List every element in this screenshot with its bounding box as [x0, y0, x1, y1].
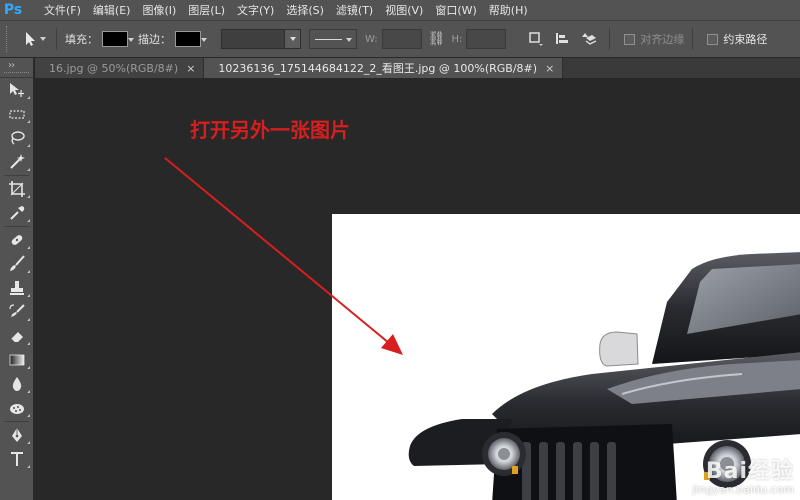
path-operations-icon[interactable]	[526, 29, 546, 49]
menu-bar: Ps 文件(F) 编辑(E) 图像(I) 图层(L) 文字(Y) 选择(S) 滤…	[0, 0, 800, 20]
options-bar-grip[interactable]	[6, 26, 12, 52]
watermark-url: jingyan.baidu.com	[692, 483, 794, 496]
brush-tool[interactable]	[0, 252, 34, 276]
path-selection-icon	[26, 32, 46, 46]
lasso-tool[interactable]	[0, 126, 34, 150]
constrain-path-checkbox[interactable]	[707, 33, 719, 45]
move-tool[interactable]	[0, 78, 34, 102]
type-tool[interactable]	[0, 447, 34, 471]
link-icon[interactable]: ⛓	[428, 31, 446, 47]
spot-healing-tool[interactable]	[0, 228, 34, 252]
menu-layer[interactable]: 图层(L)	[188, 2, 233, 18]
options-bar: 填充： 描边： W: ⛓ H: 对齐边缘 约束路径	[0, 20, 800, 58]
stamp-icon	[10, 281, 24, 295]
stroke-color-swatch[interactable]	[175, 31, 207, 47]
tab-document-2[interactable]: 10236136_175144684122_2_看图王.jpg @ 100%(R…	[204, 58, 564, 78]
fill-label: 填充：	[65, 33, 98, 46]
eyedropper-tool[interactable]	[0, 201, 34, 225]
menu-help[interactable]: 帮助(H)	[489, 2, 536, 18]
menu-image[interactable]: 图像(I)	[142, 2, 184, 18]
magic-wand-tool[interactable]	[0, 150, 34, 174]
photoshop-logo: Ps	[3, 2, 23, 18]
clone-stamp-tool[interactable]	[0, 276, 34, 300]
tools-panel	[0, 58, 34, 500]
menu-filter[interactable]: 滤镜(T)	[336, 2, 381, 18]
eraser-icon	[10, 332, 23, 344]
gradient-icon	[9, 354, 25, 366]
tool-preset-picker[interactable]	[22, 30, 48, 48]
marquee-tool[interactable]	[0, 102, 34, 126]
menu-list: 文件(F) 编辑(E) 图像(I) 图层(L) 文字(Y) 选择(S) 滤镜(T…	[44, 2, 540, 18]
tab-label: 16.jpg @ 50%(RGB/8#)	[49, 61, 179, 75]
align-edges-checkbox[interactable]	[624, 33, 636, 45]
gradient-tool[interactable]	[0, 348, 34, 372]
pen-icon	[12, 428, 22, 442]
baidu-logo: Bai经验	[705, 459, 794, 484]
stroke-label: 描边：	[138, 33, 171, 46]
tool-divider	[4, 421, 29, 422]
blur-tool[interactable]	[0, 372, 34, 396]
height-field[interactable]	[466, 29, 507, 49]
tab-label: 10236136_175144684122_2_看图王.jpg @ 100%(R…	[218, 62, 538, 75]
menu-edit[interactable]: 编辑(E)	[93, 2, 139, 18]
sponge-icon	[10, 404, 24, 414]
stroke-width-dropdown[interactable]	[221, 29, 301, 49]
brush-icon	[10, 255, 25, 271]
drop-icon	[12, 377, 22, 391]
document-tab-bar: 16.jpg @ 50%(RGB/8#) × 10236136_17514468…	[35, 58, 800, 78]
stroke-type-dropdown[interactable]	[309, 29, 357, 49]
menu-window[interactable]: 窗口(W)	[435, 2, 484, 18]
bandage-icon	[11, 235, 23, 245]
eraser-tool[interactable]	[0, 324, 34, 348]
canvas-workspace[interactable]: 打开另外一张图片 Bai经验 jingyan.baidu.com	[35, 78, 800, 500]
constrain-path-label: 约束路径	[723, 33, 768, 46]
annotation-text: 打开另外一张图片	[190, 118, 350, 142]
tool-divider	[4, 175, 29, 176]
type-icon	[11, 452, 23, 466]
close-icon[interactable]: ×	[545, 62, 554, 75]
move-icon	[10, 83, 24, 97]
marquee-icon	[9, 110, 25, 119]
magic-wand-icon	[10, 154, 25, 169]
options-separator	[692, 28, 694, 50]
menu-select[interactable]: 选择(S)	[286, 2, 332, 18]
history-brush-icon	[9, 304, 25, 317]
height-label: H:	[451, 33, 463, 45]
tab-document-1[interactable]: 16.jpg @ 50%(RGB/8#) ×	[35, 58, 205, 78]
crop-icon	[9, 181, 25, 197]
tool-divider	[4, 226, 29, 227]
chevron-down-icon[interactable]	[284, 30, 300, 48]
fill-color-swatch[interactable]	[102, 31, 134, 47]
options-separator	[609, 28, 611, 50]
align-edges-label: 对齐边缘	[640, 33, 685, 46]
eyedropper-icon	[10, 206, 25, 220]
tools-panel-header[interactable]	[0, 58, 33, 78]
width-field[interactable]	[381, 29, 422, 49]
path-arrangement-icon[interactable]	[578, 29, 598, 49]
annotation-arrow	[164, 157, 403, 355]
menu-file[interactable]: 文件(F)	[44, 2, 89, 18]
crop-tool[interactable]	[0, 177, 34, 201]
path-alignment-icon[interactable]	[552, 29, 572, 49]
history-brush-tool[interactable]	[0, 300, 34, 324]
options-separator	[56, 28, 57, 50]
close-icon[interactable]: ×	[186, 62, 195, 75]
menu-type[interactable]: 文字(Y)	[237, 2, 282, 18]
dodge-tool[interactable]	[0, 396, 34, 420]
width-label: W:	[365, 33, 378, 45]
lasso-icon	[11, 131, 25, 145]
watermark: Bai经验 jingyan.baidu.com	[692, 453, 794, 496]
pen-tool[interactable]	[0, 423, 34, 447]
menu-view[interactable]: 视图(V)	[385, 2, 431, 18]
